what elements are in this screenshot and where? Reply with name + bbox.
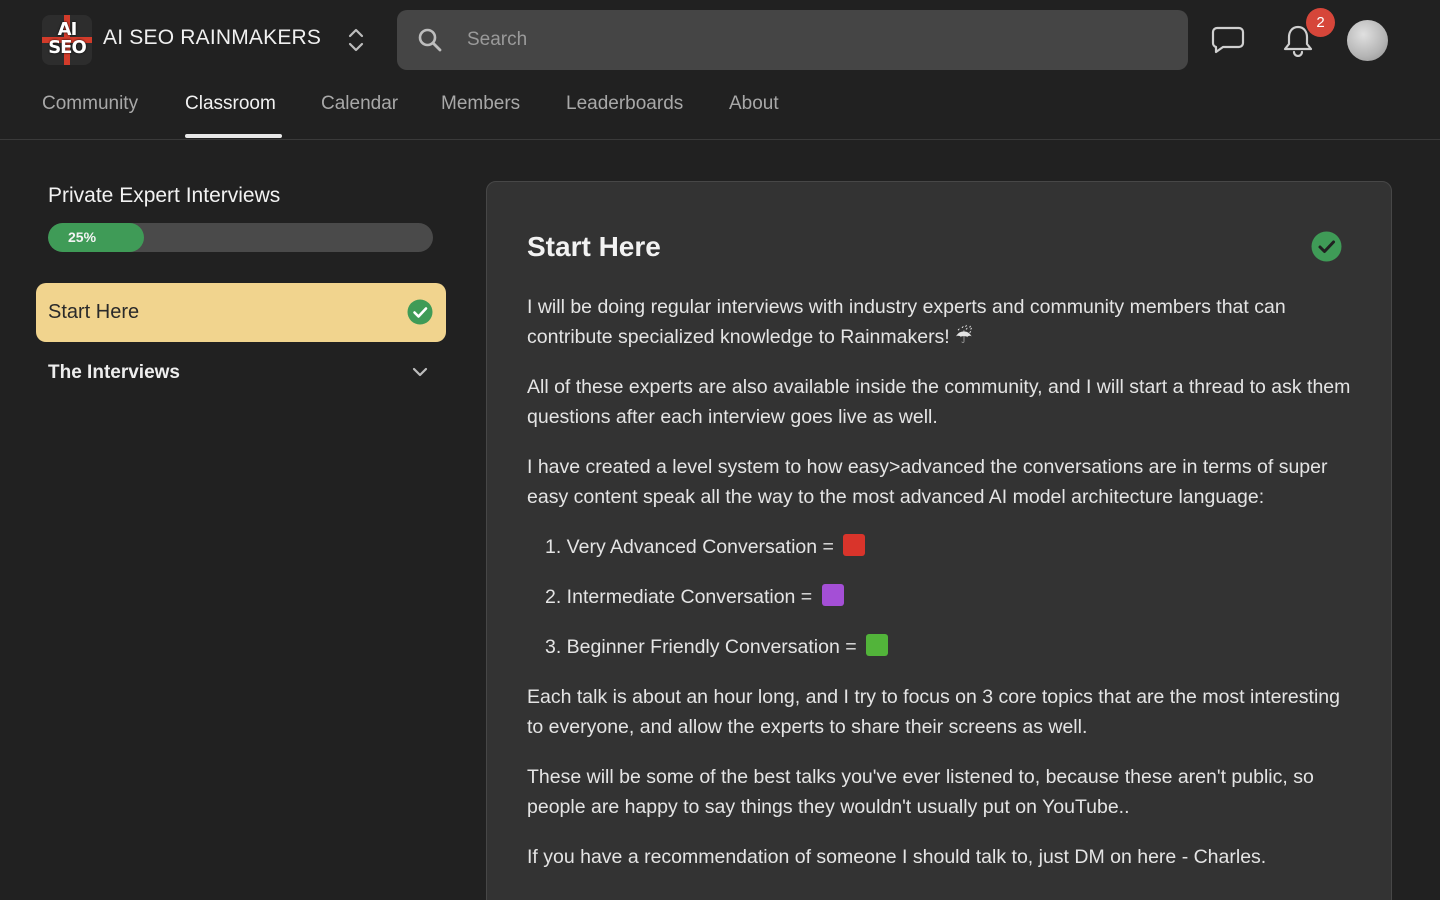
red-square-icon: [843, 534, 866, 556]
search-input[interactable]: [467, 20, 1167, 60]
progress-label: 25%: [68, 229, 97, 245]
lesson-label: Start Here: [48, 301, 140, 323]
search-icon: [417, 27, 443, 53]
course-title: Private Expert Interviews: [48, 184, 281, 207]
tab-calendar[interactable]: Calendar: [321, 93, 398, 115]
check-circle-icon[interactable]: [1311, 231, 1342, 262]
user-avatar[interactable]: [1347, 20, 1388, 61]
notification-badge[interactable]: 2: [1306, 8, 1335, 37]
green-square-icon: [866, 634, 889, 656]
search-bar[interactable]: [397, 10, 1188, 70]
active-tab-indicator: [185, 134, 282, 138]
community-logo[interactable]: AI SEO: [42, 15, 92, 65]
switcher-icon[interactable]: [345, 26, 367, 54]
level-text: 2. Intermediate Conversation =: [545, 586, 813, 608]
tab-classroom[interactable]: Classroom: [185, 93, 276, 115]
list-item: 3. Beginner Friendly Conversation =: [545, 632, 889, 662]
tab-about[interactable]: About: [729, 93, 779, 115]
paragraph: Each talk is about an hour long, and I t…: [527, 686, 1340, 738]
paragraph: I have created a level system to how eas…: [527, 456, 1328, 508]
tab-members[interactable]: Members: [441, 93, 520, 115]
top-header: AI SEO AI SEO RAINMAKERS 2 Community: [0, 0, 1440, 140]
paragraph: If you have a recommendation of someone …: [527, 846, 1267, 868]
logo-text-line-2: SEO: [48, 37, 87, 58]
lesson-content-card: Start Here I will be doing regular inter…: [486, 181, 1392, 900]
paragraph: I will be doing regular interviews with …: [527, 296, 1286, 348]
chevron-down-icon[interactable]: [411, 364, 429, 380]
course-progress-bar: 25%: [48, 223, 433, 252]
paragraph: These will be some of the best talks you…: [527, 766, 1314, 818]
check-circle-icon: [407, 299, 433, 325]
list-item: 1. Very Advanced Conversation =: [545, 532, 866, 562]
tab-community[interactable]: Community: [42, 93, 138, 115]
section-the-interviews[interactable]: The Interviews: [36, 352, 446, 392]
progress-fill: [48, 223, 145, 252]
community-name[interactable]: AI SEO RAINMAKERS: [103, 26, 321, 50]
level-text: 3. Beginner Friendly Conversation =: [545, 636, 857, 658]
main-nav: Community Classroom Calendar Members Lea…: [0, 80, 900, 140]
list-item: 2. Intermediate Conversation =: [545, 582, 844, 612]
level-text: 1. Very Advanced Conversation =: [545, 536, 834, 558]
paragraph: All of these experts are also available …: [527, 376, 1351, 428]
section-label: The Interviews: [48, 362, 180, 383]
tab-leaderboards[interactable]: Leaderboards: [566, 93, 683, 115]
lesson-title: Start Here: [527, 231, 661, 262]
chat-icon[interactable]: [1211, 25, 1245, 55]
purple-square-icon: [821, 584, 844, 606]
lesson-item-start-here[interactable]: Start Here: [36, 283, 446, 342]
